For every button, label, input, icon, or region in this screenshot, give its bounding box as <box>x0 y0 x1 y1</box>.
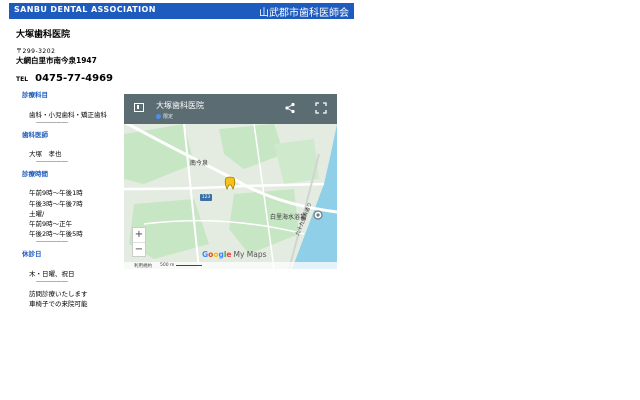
dentist-name: 大塚 孝也 <box>29 150 62 158</box>
map-subtitle: 限定 <box>156 113 173 120</box>
google-my-maps-logo: Google My Maps <box>202 250 267 259</box>
clinic-address: 大網白里市南今泉1947 <box>16 56 97 65</box>
closed-note: 訪問診療いたします <box>29 290 88 298</box>
sidebar-icon[interactable] <box>134 103 144 112</box>
embedded-map[interactable]: 大塚歯科医院 限定 南今泉 123 白里海水浴場 九十九里浜通り + − Goo… <box>124 94 337 269</box>
zoom-out-button[interactable]: − <box>133 243 145 257</box>
scale-label: 500 m <box>160 263 175 268</box>
hours-line: 午後2時〜午後5時 <box>29 230 83 238</box>
divider: ------------------- <box>36 119 68 126</box>
share-icon[interactable] <box>284 102 296 114</box>
map-label-area: 南今泉 <box>190 160 209 167</box>
org-name-japanese[interactable]: 山武郡市歯科医師会 <box>259 4 349 19</box>
divider: ------------------- <box>36 278 68 285</box>
clinic-phone: TEL 0475-77-4969 <box>16 66 113 85</box>
tooth-marker-icon[interactable] <box>224 176 236 190</box>
closed-days: 木・日曜、祝日 <box>29 270 75 278</box>
map-footer: 利用規約 500 m <box>124 262 337 269</box>
dentist-heading: 歯科医師 <box>22 131 48 139</box>
map-subtitle-text: 限定 <box>163 114 174 120</box>
divider: ------------------- <box>36 238 68 245</box>
scale-bar <box>176 265 202 266</box>
fullscreen-icon[interactable] <box>315 102 327 114</box>
org-name-english: SANBU DENTAL ASSOCIATION <box>14 5 156 14</box>
postal-code: 〒299-3202 <box>16 48 56 55</box>
hours-line: 午前9時〜正午 <box>29 220 73 228</box>
clinic-name: 大塚歯科医院 <box>16 30 71 40</box>
map-header: 大塚歯科医院 限定 <box>124 94 337 124</box>
closed-note: 車椅子での来院可能 <box>29 300 88 308</box>
phone-label: TEL <box>16 76 29 83</box>
header-bar: SANBU DENTAL ASSOCIATION 山武郡市歯科医師会 <box>9 3 354 19</box>
hours-line: 午後3時〜午後7時 <box>29 200 83 208</box>
closed-heading: 休診日 <box>22 250 42 258</box>
hours-heading: 診療時間 <box>22 170 48 178</box>
terms-link[interactable]: 利用規約 <box>134 263 152 269</box>
hours-line: 土曜/ <box>29 210 45 218</box>
map-title[interactable]: 大塚歯科医院 <box>156 100 204 111</box>
zoom-in-button[interactable]: + <box>133 228 145 242</box>
lock-icon <box>156 114 161 119</box>
specialty-heading: 診療科目 <box>22 91 48 99</box>
brand-my-maps: My Maps <box>233 250 267 259</box>
specialty-line: 歯科・小児歯科・矯正歯科 <box>29 111 107 119</box>
road-number-badge: 123 <box>200 194 212 201</box>
divider: ------------------- <box>36 158 68 165</box>
hours-line: 午前9時〜午後1時 <box>29 189 83 197</box>
location-pin-icon[interactable] <box>313 210 323 220</box>
zoom-controls: + − <box>132 227 146 257</box>
phone-number[interactable]: 0475-77-4969 <box>35 73 113 84</box>
